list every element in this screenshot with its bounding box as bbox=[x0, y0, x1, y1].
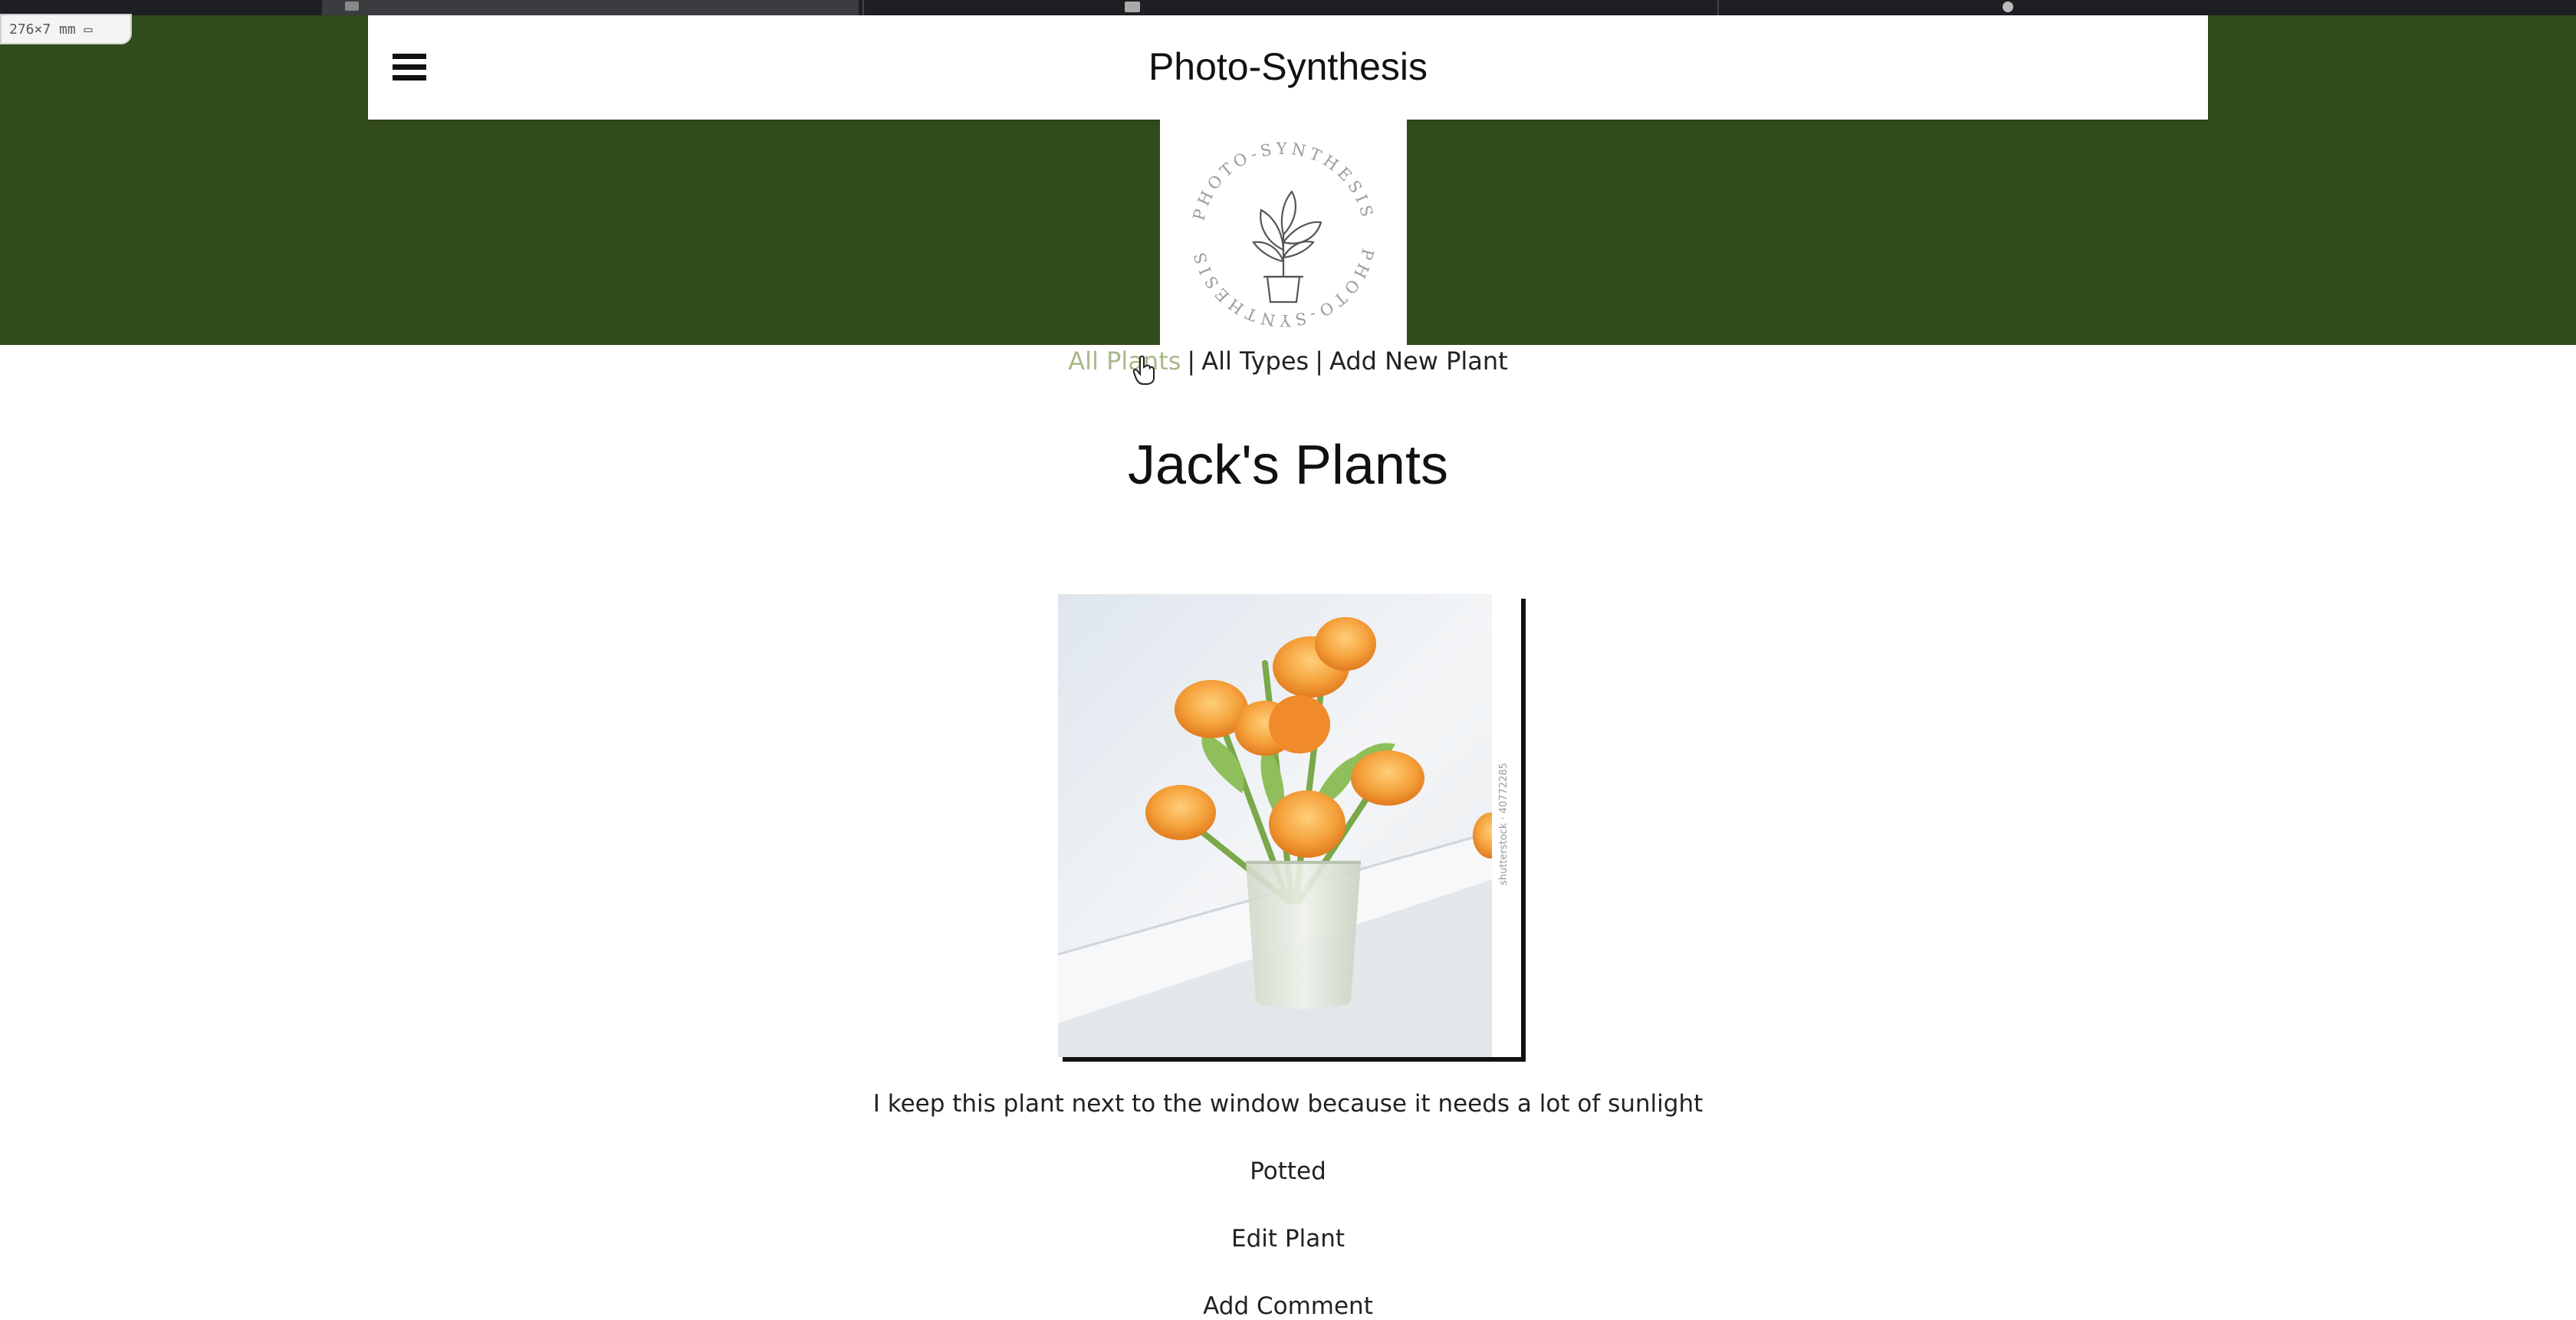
hand-pointer-icon bbox=[1132, 355, 1155, 385]
nav-separator: | bbox=[1187, 346, 1196, 376]
plant-type: Potted bbox=[1250, 1157, 1326, 1185]
potted-plant-icon bbox=[1252, 190, 1322, 304]
tab-favicon-icon bbox=[1125, 2, 1140, 12]
add-comment-link[interactable]: Add Comment bbox=[0, 1292, 2576, 1320]
nav-separator: | bbox=[1315, 346, 1323, 376]
nav-link-add-new-plant[interactable]: Add New Plant bbox=[1329, 346, 1508, 376]
plant-description: I keep this plant next to the window bec… bbox=[872, 1090, 1704, 1118]
plant-nav: All Plants | All Types | Add New Plant bbox=[0, 346, 2576, 376]
tab-favicon-icon bbox=[2003, 2, 2013, 12]
window-size-badge: 276×7 mm ▭ bbox=[0, 14, 132, 44]
nav-link-all-types[interactable]: All Types bbox=[1201, 346, 1309, 376]
browser-tab[interactable] bbox=[863, 0, 1715, 15]
plant-photo: shutterstock · 40772285 bbox=[1058, 594, 1521, 1057]
nav-link-all-plants[interactable]: All Plants bbox=[1068, 346, 1181, 376]
tab-favicon-icon bbox=[345, 2, 359, 11]
site-title[interactable]: Photo-Synthesis bbox=[368, 44, 2208, 89]
site-logo[interactable]: PHOTO-SYNTHESIS PHOTO-SYNTHESIS bbox=[1160, 120, 1407, 345]
photo-watermark: shutterstock · 40772285 bbox=[1498, 763, 1510, 885]
browser-tab[interactable] bbox=[1717, 0, 2576, 15]
browser-tab[interactable] bbox=[322, 0, 859, 15]
page-title: Jack's Plants bbox=[1128, 435, 1448, 496]
edit-plant-link[interactable]: Edit Plant bbox=[0, 1225, 2576, 1253]
top-navbar: Photo-Synthesis bbox=[368, 15, 2208, 120]
browser-tab-strip bbox=[0, 0, 2576, 15]
